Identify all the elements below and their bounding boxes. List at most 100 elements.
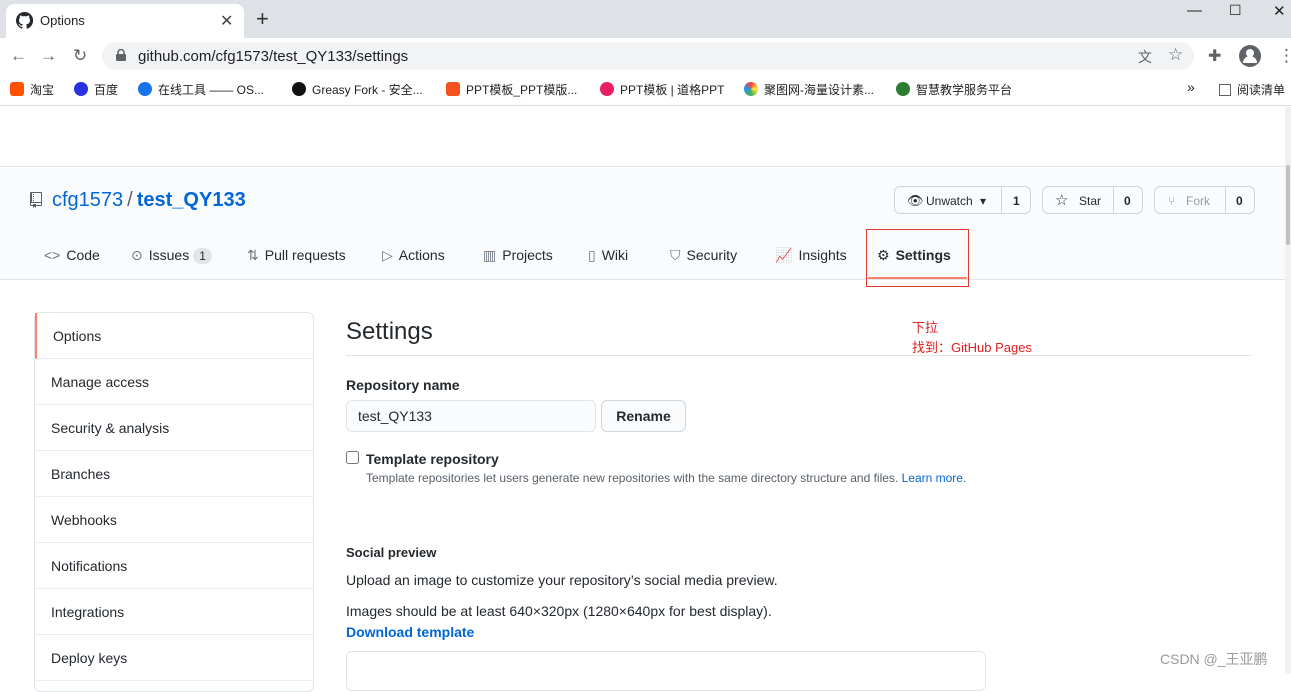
tab-wiki[interactable]: ▯ Wiki <box>588 247 628 264</box>
translate-icon[interactable]: 文 <box>1138 47 1152 67</box>
new-tab-icon[interactable]: + <box>256 6 269 32</box>
play-icon: ▷ <box>382 247 393 263</box>
lock-icon <box>116 49 126 61</box>
sidebar-item-integrations[interactable]: Integrations <box>35 589 313 635</box>
social-preview-desc-2: Images should be at least 640×320px (128… <box>346 603 772 619</box>
scrollbar-thumb[interactable] <box>1286 165 1290 245</box>
more-bookmarks-icon[interactable]: » <box>1187 79 1195 95</box>
issue-opened-icon: ⊙ <box>131 247 143 263</box>
template-description: Template repositories let users generate… <box>366 471 967 485</box>
tool-icon <box>138 82 152 96</box>
reading-list-icon <box>1219 84 1231 96</box>
tab-actions[interactable]: ▷ Actions <box>382 247 445 264</box>
greasyfork-icon <box>292 82 306 96</box>
repo-icon <box>30 192 42 208</box>
unwatch-label: Unwatch <box>926 194 973 208</box>
bookmarks-bar: 淘宝 百度 在线工具 —— OS... Greasy Fork - 安全... … <box>0 74 1291 106</box>
sidebar-item-branches[interactable]: Branches <box>35 451 313 497</box>
bookmark-item[interactable]: 在线工具 —— OS... <box>138 81 264 98</box>
template-repository-label: Template repository <box>366 451 499 467</box>
download-template-link[interactable]: Download template <box>346 624 474 640</box>
reload-icon[interactable]: ↻ <box>73 46 87 66</box>
bookmark-item[interactable]: 聚图网-海量设计素... <box>744 81 874 98</box>
forward-icon[interactable]: → <box>40 46 57 66</box>
daoge-icon <box>600 82 614 96</box>
issues-count-badge: 1 <box>193 248 212 264</box>
baidu-icon <box>74 82 88 96</box>
watermark: CSDN @_王亚鹏 <box>1160 651 1268 667</box>
bookmark-item[interactable]: PPT模板 | 道格PPT <box>600 81 724 98</box>
star-label: Star <box>1079 194 1102 208</box>
browser-tab[interactable]: Options ✕ <box>6 4 244 38</box>
extensions-icon[interactable]: ✚ <box>1208 46 1221 66</box>
graph-icon: 📈 <box>775 247 793 263</box>
profile-avatar-icon[interactable] <box>1238 44 1262 68</box>
bookmark-star-icon[interactable]: ☆ <box>1168 45 1183 65</box>
repo-owner-link[interactable]: cfg1573 <box>52 189 123 211</box>
repo-name-input[interactable] <box>346 400 596 432</box>
sidebar-item-security-analysis[interactable]: Security & analysis <box>35 405 313 451</box>
browser-tabstrip: Options ✕ + — ☐ ✕ <box>0 0 1291 38</box>
code-icon: <> <box>44 247 61 263</box>
github-icon <box>16 12 33 29</box>
repo-header: cfg1573/test_QY133 👁 Unwatch ▾ 1 ☆ Star … <box>0 168 1291 280</box>
fork-count[interactable]: 0 <box>1236 194 1243 208</box>
browser-toolbar: ← → ↻ github.com/cfg1573/test_QY133/sett… <box>0 38 1291 74</box>
shield-icon: ⛉ <box>670 247 681 263</box>
repo-separator: / <box>127 189 133 211</box>
annotation-note: 下拉 找到：GitHub Pages <box>912 318 1032 358</box>
ppt-icon <box>446 82 460 96</box>
repo-name-label: Repository name <box>346 377 460 393</box>
social-preview-upload-box[interactable] <box>346 651 986 691</box>
repo-title: cfg1573/test_QY133 <box>52 189 246 212</box>
rename-button[interactable]: Rename <box>601 400 686 432</box>
star-icon: ☆ <box>1055 192 1069 209</box>
sidebar-item-notifications[interactable]: Notifications <box>35 543 313 589</box>
fork-label: Fork <box>1186 194 1210 208</box>
sidebar-item-webhooks[interactable]: Webhooks <box>35 497 313 543</box>
address-bar[interactable]: github.com/cfg1573/test_QY133/settings 文… <box>102 42 1194 70</box>
learn-more-link[interactable]: Learn more. <box>902 471 967 485</box>
reading-list[interactable]: 阅读清单 <box>1219 81 1285 98</box>
settings-sidebar: Options Manage access Security & analysi… <box>34 312 314 692</box>
bookmark-item[interactable]: Greasy Fork - 安全... <box>292 81 423 98</box>
caret-down-icon: ▾ <box>980 194 987 208</box>
fork-icon: ⑂ <box>1168 194 1176 208</box>
eye-icon: 👁 <box>907 193 924 208</box>
bookmark-item[interactable]: 淘宝 <box>10 81 54 98</box>
template-repository-checkbox[interactable] <box>346 451 359 464</box>
tab-projects[interactable]: ▥ Projects <box>483 247 553 264</box>
jutu-icon <box>744 82 758 96</box>
sidebar-item-deploy-keys[interactable]: Deploy keys <box>35 635 313 681</box>
smart-teaching-icon <box>896 82 910 96</box>
repo-name-link[interactable]: test_QY133 <box>137 189 246 211</box>
book-icon: ▯ <box>588 247 596 263</box>
maximize-icon[interactable]: ☐ <box>1229 2 1242 19</box>
star-count[interactable]: 0 <box>1124 194 1131 208</box>
bookmark-item[interactable]: 智慧教学服务平台 <box>896 81 1012 98</box>
close-window-icon[interactable]: ✕ <box>1273 2 1286 20</box>
tab-issues[interactable]: ⊙ Issues 1 <box>131 247 212 264</box>
sidebar-item-options[interactable]: Options <box>35 313 313 359</box>
title-divider <box>346 355 1251 356</box>
tab-title: Options <box>40 13 85 28</box>
close-tab-icon[interactable]: ✕ <box>220 11 233 31</box>
fork-button[interactable]: ⑂ Fork 0 <box>1154 186 1255 214</box>
back-icon[interactable]: ← <box>10 46 27 66</box>
bookmark-item[interactable]: 百度 <box>74 81 118 98</box>
taobao-icon <box>10 82 24 96</box>
minimize-icon[interactable]: — <box>1187 2 1202 19</box>
annotation-line-2: 找到：GitHub Pages <box>912 340 1032 355</box>
watch-count[interactable]: 1 <box>1013 194 1020 208</box>
git-pull-request-icon: ⇅ <box>247 247 259 263</box>
menu-icon[interactable]: ⋮ <box>1278 46 1291 66</box>
tab-security[interactable]: ⛉ Security <box>670 247 737 264</box>
star-button[interactable]: ☆ Star 0 <box>1042 186 1143 214</box>
tab-insights[interactable]: 📈 Insights <box>775 247 847 264</box>
tab-code[interactable]: <> Code <box>44 247 100 263</box>
tab-pull-requests[interactable]: ⇅ Pull requests <box>247 247 346 264</box>
bookmark-item[interactable]: PPT模板_PPT模版... <box>446 81 577 98</box>
page-header <box>0 107 1291 167</box>
sidebar-item-manage-access[interactable]: Manage access <box>35 359 313 405</box>
unwatch-button[interactable]: 👁 Unwatch ▾ 1 <box>894 186 1031 214</box>
